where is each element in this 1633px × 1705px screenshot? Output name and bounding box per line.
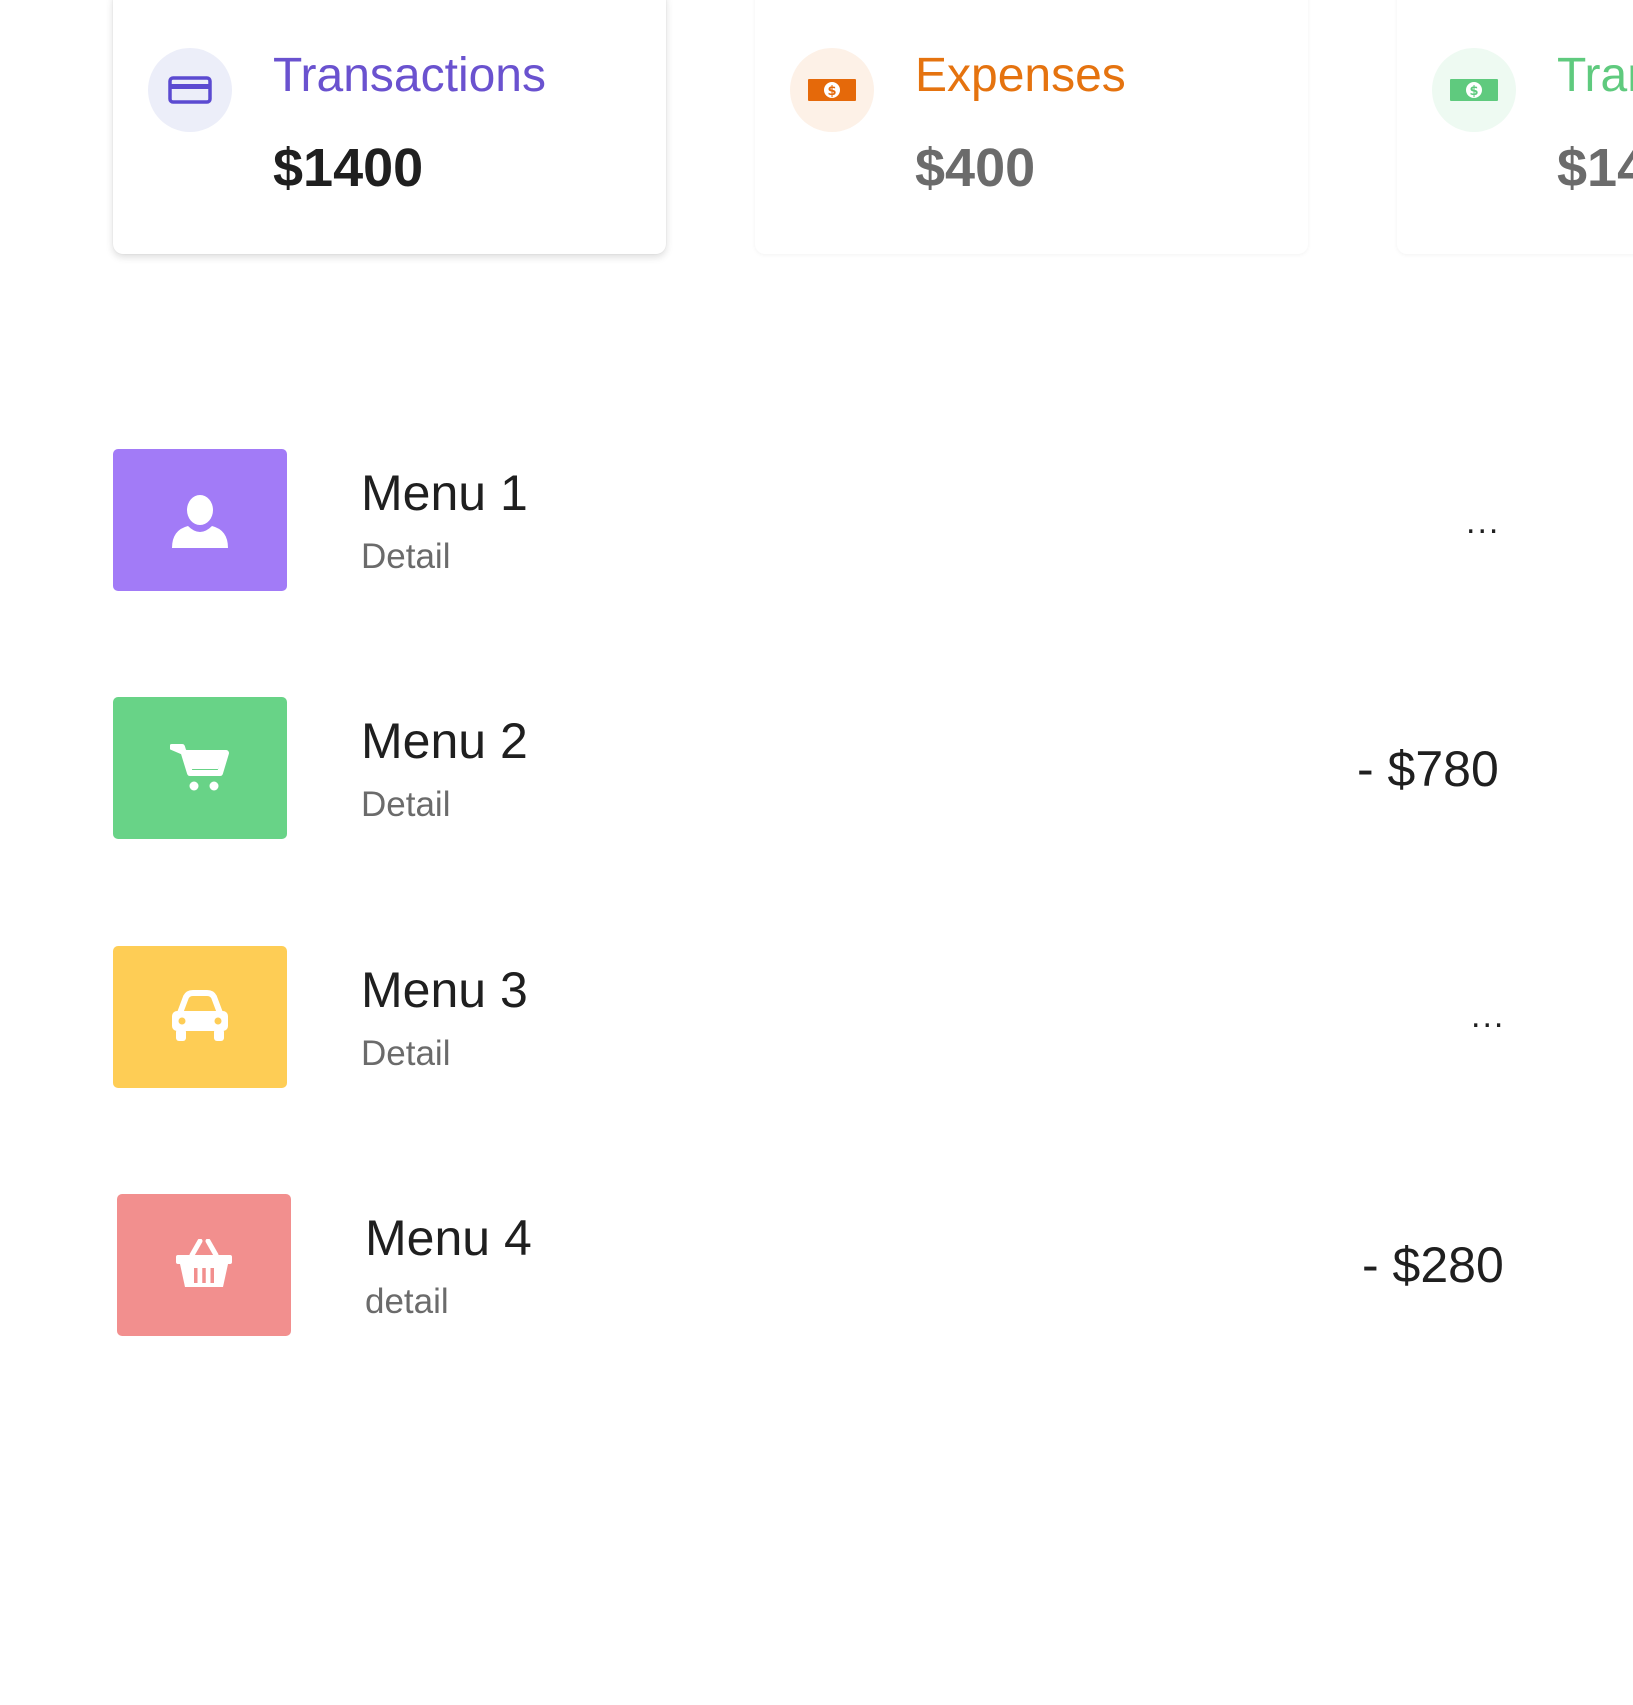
card-value: $1400 [273,138,424,198]
menu-title: Menu 2 [361,713,528,769]
card-transactions[interactable]: Transactions $1400 [113,0,666,254]
menu-item-2[interactable]: Menu 2 Detail - $780 [0,697,1633,847]
card-icon-container: $ [1432,48,1516,132]
app-viewport: Transactions $1400 $ Expenses $400 $ Tra… [0,0,1633,1705]
menu-title: Menu 4 [365,1210,532,1266]
menu-tile [117,1194,291,1336]
credit-card-icon [168,76,212,104]
card-value: $400 [915,138,1036,198]
money-bill-icon: $ [1450,79,1498,101]
card-expenses[interactable]: $ Expenses $400 [755,0,1308,254]
menu-item-3[interactable]: Menu 3 Detail ... [0,946,1633,1096]
svg-text:$: $ [1469,84,1478,99]
menu-item-1[interactable]: Menu 1 Detail ... [0,449,1633,599]
card-icon-container [148,48,232,132]
card-title: Tran [1557,49,1633,102]
menu-amount: - $780 [1357,741,1499,797]
menu-detail: Detail [361,785,451,824]
card-icon-container: $ [790,48,874,132]
card-title: Expenses [915,49,1126,102]
menu-item-4[interactable]: Menu 4 detail - $280 [0,1194,1633,1344]
svg-text:$: $ [827,84,836,99]
more-options-button[interactable]: ... [1466,505,1500,539]
more-options-button[interactable]: ... [1471,999,1505,1033]
menu-detail: detail [365,1282,449,1321]
car-icon [172,990,228,1041]
card-transfers[interactable]: $ Tran $14 [1397,0,1633,254]
money-bill-icon: $ [808,79,856,101]
shopping-basket-icon [176,1239,232,1287]
menu-detail: Detail [361,537,451,576]
menu-tile [113,946,287,1088]
user-icon [172,495,228,548]
menu-title: Menu 1 [361,465,528,521]
card-title: Transactions [273,49,546,102]
card-value: $14 [1557,138,1633,198]
shopping-cart-icon [170,744,229,791]
menu-amount: - $280 [1362,1237,1504,1293]
menu-tile [113,697,287,839]
menu-tile [113,449,287,591]
menu-title: Menu 3 [361,962,528,1018]
menu-detail: Detail [361,1034,451,1073]
